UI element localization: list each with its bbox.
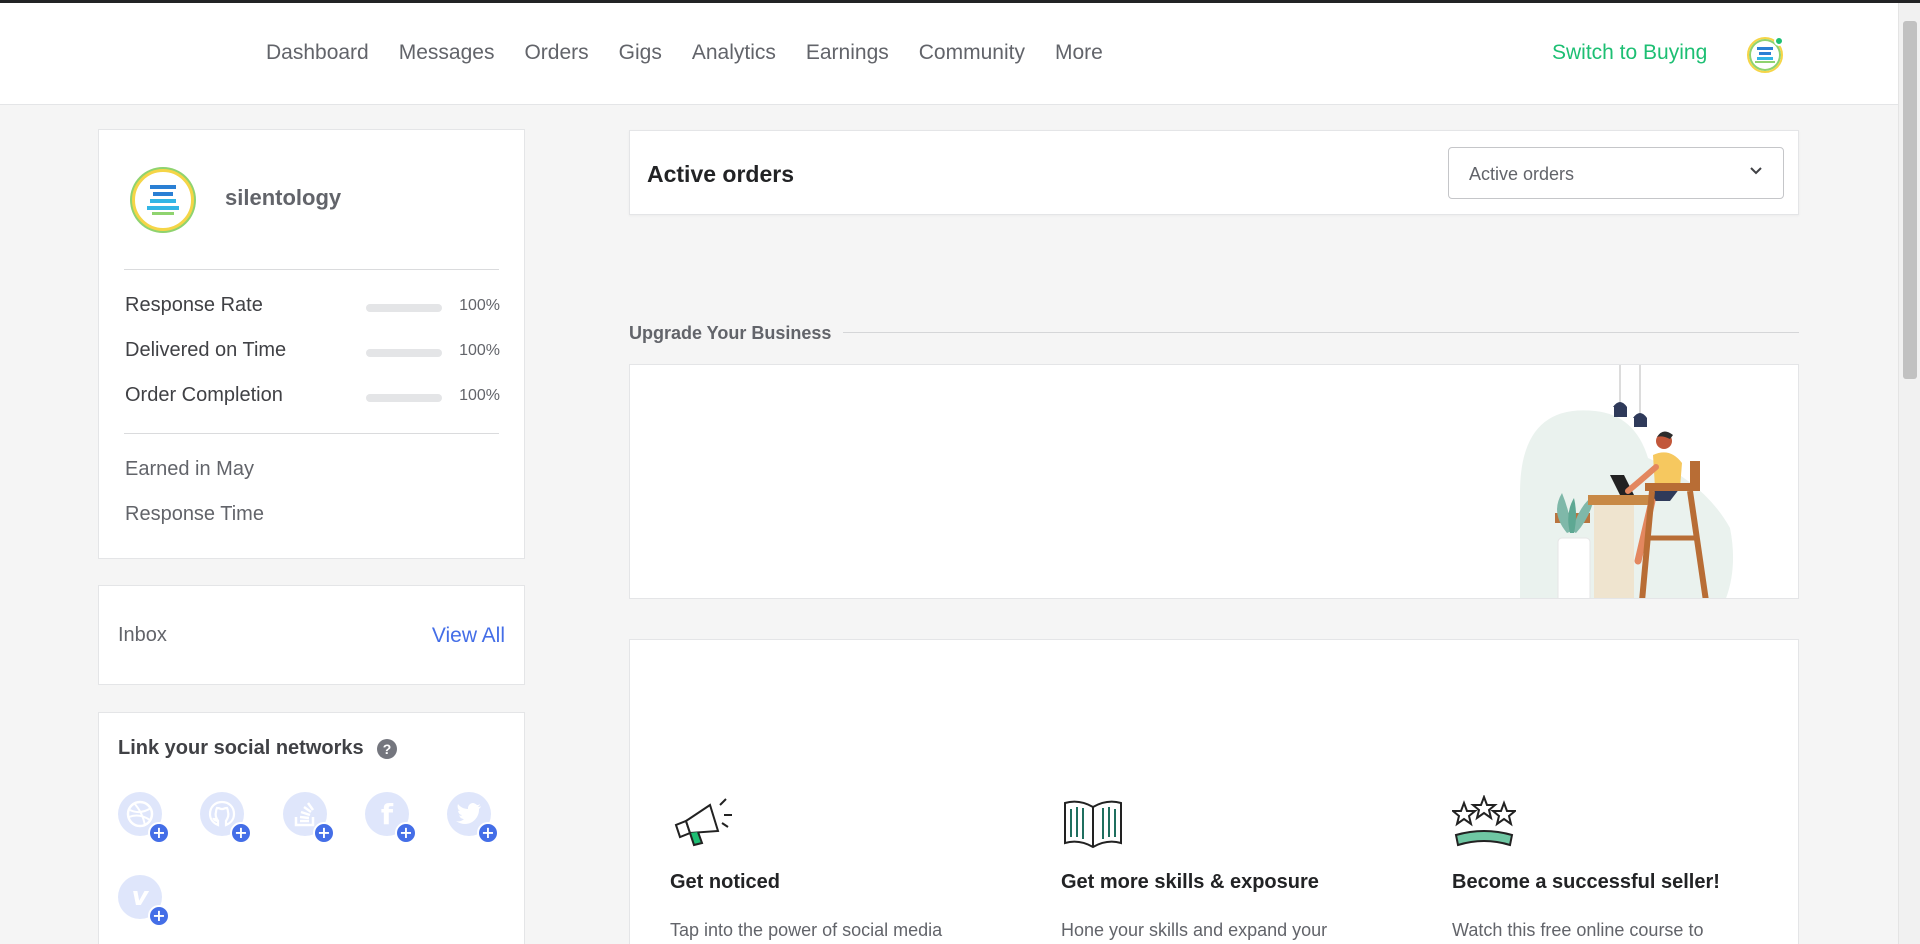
inbox-title: Inbox — [118, 624, 167, 646]
twitter-icon[interactable]: + — [447, 792, 499, 844]
nav-earnings[interactable]: Earnings — [806, 41, 889, 65]
main-nav: Dashboard Messages Orders Gigs Analytics… — [266, 3, 1103, 103]
stat-order-completion: Order Completion 100% — [125, 382, 500, 412]
tip-title: Get more skills & exposure — [1061, 871, 1319, 893]
add-github-button[interactable]: + — [230, 822, 252, 844]
nav-more[interactable]: More — [1055, 41, 1103, 65]
upgrade-banner — [629, 364, 1799, 599]
add-vimeo-button[interactable]: + — [148, 905, 170, 927]
github-icon[interactable]: + — [200, 792, 252, 844]
social-title: Link your social networks — [118, 737, 364, 759]
top-navbar: Dashboard Messages Orders Gigs Analytics… — [0, 3, 1920, 105]
progress-bar — [366, 304, 442, 312]
facebook-icon[interactable]: f + — [365, 792, 417, 844]
stat-value: 100% — [459, 297, 500, 314]
progress-bar — [366, 349, 442, 357]
stat-label: Delivered on Time — [125, 339, 287, 361]
active-orders-card: Active orders Active orders — [629, 130, 1799, 215]
header-avatar[interactable] — [1747, 36, 1784, 73]
page-scrollbar[interactable] — [1898, 3, 1920, 944]
active-orders-title: Active orders — [647, 161, 795, 187]
upgrade-section-title: Upgrade Your Business — [629, 323, 844, 344]
orders-filter-select[interactable]: Active orders — [1448, 147, 1784, 199]
facebook-glyph-icon: f — [380, 797, 394, 831]
freelancer-illustration — [1520, 365, 1733, 598]
stat-value: 100% — [459, 387, 500, 404]
stat-label: Order Completion — [125, 384, 283, 406]
help-icon[interactable]: ? — [377, 739, 397, 759]
tip-text: Watch this free online course to — [1452, 920, 1704, 940]
online-status-dot — [1774, 36, 1784, 46]
switch-to-buying-link[interactable]: Switch to Buying — [1552, 41, 1707, 65]
nav-dashboard[interactable]: Dashboard — [266, 41, 369, 65]
book-icon — [1064, 800, 1122, 849]
add-facebook-button[interactable]: + — [395, 822, 417, 844]
seller-tips-card: Get noticed Tap into the power of social… — [629, 639, 1799, 944]
vimeo-icon[interactable]: v + — [118, 875, 170, 927]
stat-value: 100% — [459, 342, 500, 359]
tip-title: Become a successful seller! — [1452, 871, 1720, 893]
view-all-link[interactable]: View All — [432, 624, 505, 648]
profile-logo-icon — [147, 185, 179, 215]
avatar-logo-icon — [1755, 47, 1775, 63]
nav-messages[interactable]: Messages — [399, 41, 495, 65]
profile-avatar[interactable] — [132, 169, 194, 231]
tip-title: Get noticed — [670, 871, 781, 893]
tip-text: Tap into the power of social media — [670, 920, 943, 940]
nav-orders[interactable]: Orders — [524, 41, 588, 65]
social-networks-card: Link your social networks ? + + + f + + … — [98, 712, 525, 944]
add-dribbble-button[interactable]: + — [148, 822, 170, 844]
chevron-down-icon — [1750, 167, 1762, 175]
stat-label: Response Rate — [125, 294, 263, 316]
megaphone-icon — [674, 798, 732, 847]
nav-gigs[interactable]: Gigs — [619, 41, 662, 65]
seller-profile-card: silentology Response Rate 100% Delivered… — [98, 129, 525, 559]
divider — [124, 269, 499, 270]
stat-delivered-on-time: Delivered on Time 100% — [125, 337, 500, 367]
progress-bar — [366, 394, 442, 402]
stars-icon — [1452, 795, 1516, 847]
orders-filter-value: Active orders — [1469, 164, 1575, 184]
earned-label: Earned in May — [125, 458, 254, 480]
dribbble-icon[interactable]: + — [118, 792, 170, 844]
nav-community[interactable]: Community — [919, 41, 1025, 65]
twitter-glyph-icon — [456, 803, 481, 824]
nav-analytics[interactable]: Analytics — [692, 41, 776, 65]
add-twitter-button[interactable]: + — [477, 822, 499, 844]
stackoverflow-icon[interactable]: + — [283, 792, 335, 844]
profile-username[interactable]: silentology — [225, 185, 341, 211]
stat-response-rate: Response Rate 100% — [125, 292, 500, 322]
tip-text: Hone your skills and expand your — [1061, 920, 1328, 940]
vimeo-glyph-icon: v — [131, 882, 149, 912]
add-stackoverflow-button[interactable]: + — [313, 822, 335, 844]
scrollbar-thumb[interactable] — [1903, 21, 1917, 379]
divider — [124, 433, 499, 434]
response-time-label: Response Time — [125, 503, 264, 525]
inbox-card: Inbox View All — [98, 585, 525, 685]
